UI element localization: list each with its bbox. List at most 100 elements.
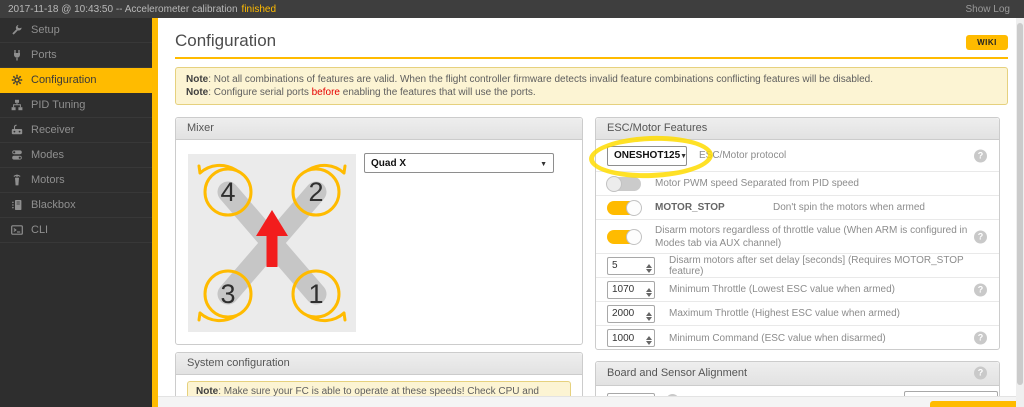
sidebar-item-cli[interactable]: CLI [0,218,152,243]
row-label: Maximum Throttle (Highest ESC value when… [669,308,901,319]
row-label: ESC/Motor protocol [699,150,787,161]
sidebar-item-label: Receiver [31,124,75,136]
mixer-panel-header: Mixer [176,118,582,140]
sidebar-item-motors[interactable]: Motors [0,168,152,193]
accent-stripe [152,18,158,407]
log-text: 2017-11-18 @ 10:43:50 -- Accelerometer c… [8,3,238,15]
min-throttle-row: Minimum Throttle (Lowest ESC value when … [596,278,999,302]
quad-x-svg: 4 2 3 1 [197,164,347,322]
gear-icon [10,74,24,86]
feature-name: MOTOR_STOP [655,202,725,213]
log-message: 2017-11-18 @ 10:43:50 -- Accelerometer c… [8,4,276,15]
stepper-arrows-icon[interactable] [646,261,652,276]
sidebar-item-label: CLI [31,224,49,236]
note-label: Note [186,87,209,98]
number-field [607,329,655,347]
scrollbar-thumb[interactable] [1017,23,1023,385]
sidebar-item-configuration[interactable]: Configuration [0,68,152,93]
show-log-button[interactable]: Show Log [966,4,1010,15]
motor-icon [10,174,24,186]
mixer-type-select[interactable]: Quad X [364,153,554,173]
notice-line-1: Note: Not all combinations of features a… [186,73,997,86]
chevron-down-icon [540,158,547,169]
sidebar-item-blackbox[interactable]: Blackbox [0,193,152,218]
esc-protocol-row: ONESHOT125 ESC/Motor protocol [596,140,999,172]
row-label: Disarm motors after set delay [seconds] … [669,254,964,277]
row-label: Disarm motors regardless of throttle val… [655,224,968,249]
esc-motor-features-panel: ESC/Motor Features ONESHOT125 ESC/Motor … [595,117,1000,350]
notice-line-2: Note: Configure serial ports before enab… [186,86,997,99]
help-icon[interactable] [974,283,987,296]
sidebar-item-label: Setup [31,24,60,36]
sidebar-item-pid-tuning[interactable]: PID Tuning [0,93,152,118]
number-field [607,256,655,276]
wrench-icon [10,24,24,36]
sidebar-item-ports[interactable]: Ports [0,43,152,68]
toggle-knob [626,228,642,245]
stepper-arrows-icon[interactable] [646,285,652,300]
motor-number-3: 3 [220,279,235,309]
sidebar-item-label: Configuration [31,74,97,86]
help-icon[interactable] [974,331,987,345]
quad-x-diagram: 4 2 3 1 [188,154,356,332]
chevron-down-icon [680,150,687,161]
note-label: Note [186,74,209,85]
page-title: Configuration [175,31,277,50]
blackbox-icon [10,199,24,211]
esc-protocol-value: ONESHOT125 [614,150,681,161]
mixer-type-value: Quad X [371,157,407,169]
footer-bar [158,396,1024,407]
board-panel-header: Board and Sensor Alignment [596,362,999,386]
save-button[interactable] [930,401,1024,407]
note-text: : Configure serial ports [208,87,312,98]
log-status: finished [241,3,277,15]
number-field [607,280,655,300]
disarm-motors-toggle[interactable] [607,228,642,245]
sidebar-item-label: Blackbox [31,199,76,211]
sidebar-item-label: Modes [31,149,65,161]
mixer-panel: Mixer 4 2 3 1 Quad X ▼ [175,117,583,345]
sidebar-item-label: PID Tuning [31,99,86,111]
disarm-delay-row: Disarm motors after set delay [seconds] … [596,254,999,278]
motor-number-4: 4 [220,177,235,207]
sidebar-item-receiver[interactable]: Receiver [0,118,152,143]
top-status-bar: 2017-11-18 @ 10:43:50 -- Accelerometer c… [0,0,1024,18]
sidebar-item-label: Ports [31,49,57,61]
sidebar-nav: Setup Ports Configuration PID Tuning Rec… [0,18,152,407]
configurator-window: 2017-11-18 @ 10:43:50 -- Accelerometer c… [0,0,1024,407]
esc-protocol-select[interactable]: ONESHOT125 [607,145,687,166]
terminal-icon [10,224,24,236]
motor-number-2: 2 [308,177,323,207]
wiki-button[interactable]: WIKI [966,35,1008,50]
stepper-arrows-icon[interactable] [646,309,652,324]
title-underline [175,57,1008,59]
motor-pwm-row: Motor PWM speed Separated from PID speed [596,172,999,196]
toggle-knob [626,199,642,216]
motor-pwm-toggle[interactable] [606,175,641,192]
scrollbar[interactable] [1016,18,1024,407]
motor-number-1: 1 [308,279,323,309]
disarm-motors-row: Disarm motors regardless of throttle val… [596,220,999,254]
help-icon[interactable] [974,366,987,380]
note-text: : Not all combinations of features are v… [208,74,874,85]
number-field [607,304,655,324]
board-panel-title: Board and Sensor Alignment [607,367,748,379]
note-text: enabling the features that will use the … [339,87,536,98]
sitemap-icon [10,99,24,111]
min-command-row: Minimum Command (ESC value when disarmed… [596,326,999,350]
motor-stop-row: MOTOR_STOP Don't spin the motors when ar… [596,196,999,220]
note-emphasis: before [311,87,340,98]
row-label: Minimum Command (ESC value when disarmed… [669,332,886,344]
motor-stop-toggle[interactable] [607,199,642,216]
system-panel-header: System configuration [176,353,582,375]
modes-icon [10,149,24,161]
plug-icon [10,49,24,61]
receiver-icon [10,124,24,136]
stepper-arrows-icon[interactable] [646,333,652,348]
sidebar-item-modes[interactable]: Modes [0,143,152,168]
help-icon[interactable] [974,230,987,243]
sidebar-item-setup[interactable]: Setup [0,18,152,43]
max-throttle-row: Maximum Throttle (Highest ESC value when… [596,302,999,326]
esc-panel-header: ESC/Motor Features [596,118,999,140]
help-icon[interactable] [974,149,987,162]
